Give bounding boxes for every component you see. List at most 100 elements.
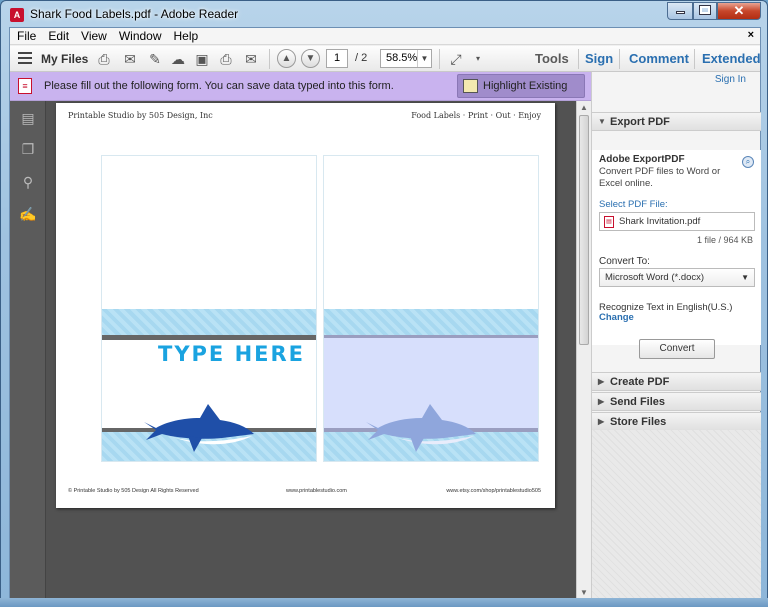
menu-window[interactable]: Window bbox=[119, 29, 162, 43]
pages-icon[interactable]: ❐ bbox=[19, 140, 37, 158]
pdf-file-icon: ▤ bbox=[604, 216, 614, 228]
customize-toolbar-icon[interactable]: ▾ bbox=[469, 50, 487, 68]
footer-left-text: © Printable Studio by 505 Design All Rig… bbox=[68, 488, 199, 494]
export-pdf-heading: Export PDF bbox=[610, 116, 670, 128]
maximize-button[interactable] bbox=[693, 2, 717, 20]
export-pdf-icon[interactable]: ✉ bbox=[121, 50, 139, 68]
edit-document-icon[interactable]: ✎ bbox=[146, 50, 164, 68]
page-total: / 2 bbox=[355, 52, 368, 64]
header-left-text: Printable Studio by 505 Design, Inc bbox=[68, 111, 213, 120]
menu-bar: File Edit View Window Help × bbox=[10, 28, 760, 45]
page-thumbnails-icon[interactable]: ▤ bbox=[19, 109, 37, 127]
minimize-button[interactable] bbox=[667, 2, 693, 20]
file-size: 1 file / 964 KB bbox=[696, 235, 753, 245]
menu-file[interactable]: File bbox=[17, 29, 36, 43]
window-title: Shark Food Labels.pdf - Adobe Reader bbox=[30, 7, 239, 21]
info-icon[interactable]: ⌕ bbox=[742, 156, 754, 168]
close-document-button[interactable]: × bbox=[748, 29, 754, 41]
chevron-down-icon: ▼ bbox=[741, 273, 749, 282]
shark-icon bbox=[144, 404, 254, 452]
fit-page-icon[interactable]: ⤢ bbox=[447, 50, 465, 68]
comment-pane-button[interactable]: Comment bbox=[629, 51, 689, 66]
chevron-band bbox=[102, 309, 316, 338]
export-pdf-header[interactable]: ▼ Export PDF bbox=[592, 112, 761, 131]
navigation-pane: ▤ ❐ ⚲ ✍ bbox=[10, 101, 46, 599]
shark-icon bbox=[366, 404, 476, 452]
create-pdf-header[interactable]: ▶ Create PDF bbox=[592, 372, 761, 391]
sign-in-link[interactable]: Sign In bbox=[715, 74, 746, 85]
email-icon[interactable]: ✉ bbox=[242, 50, 260, 68]
form-message: Please fill out the following form. You … bbox=[44, 80, 394, 92]
signatures-icon[interactable]: ✍ bbox=[19, 205, 37, 223]
store-files-header[interactable]: ▶ Store Files bbox=[592, 412, 761, 431]
chevron-right-icon: ▶ bbox=[598, 417, 605, 426]
menu-edit[interactable]: Edit bbox=[48, 29, 69, 43]
footer-center-text: www.printablestudio.com bbox=[286, 488, 347, 494]
header-right-text: Food Labels · Print · Out · Enjoy bbox=[411, 111, 541, 120]
chevron-right-icon: ▶ bbox=[598, 377, 605, 386]
form-message-bar: ≡ Please fill out the following form. Yo… bbox=[10, 72, 591, 114]
window-controls: ✕ bbox=[667, 2, 761, 20]
label-blank-area bbox=[102, 156, 316, 309]
toolbar-separator bbox=[269, 49, 270, 69]
form-icon: ≡ bbox=[18, 78, 32, 94]
document-area[interactable]: Printable Studio by 505 Design, Inc Food… bbox=[46, 101, 576, 599]
pdf-page: Printable Studio by 505 Design, Inc Food… bbox=[56, 103, 555, 508]
change-language-link[interactable]: Change bbox=[599, 312, 634, 323]
my-files-button[interactable]: My Files bbox=[41, 52, 88, 66]
convert-to-label: Convert To: bbox=[599, 256, 650, 267]
store-files-heading: Store Files bbox=[610, 416, 667, 428]
scroll-down-icon[interactable]: ▼ bbox=[579, 588, 589, 597]
selected-file-field[interactable]: ▤ Shark Invitation.pdf bbox=[599, 212, 755, 231]
extended-pane-button[interactable]: Extended bbox=[702, 51, 761, 66]
chevron-right-icon: ▶ bbox=[598, 397, 605, 406]
label-blank-area bbox=[324, 156, 538, 309]
create-pdf-heading: Create PDF bbox=[610, 376, 670, 388]
page-number-input[interactable]: 1 bbox=[326, 49, 348, 68]
select-pdf-label: Select PDF File: bbox=[599, 199, 668, 210]
tools-pane-button[interactable]: Tools bbox=[535, 51, 569, 66]
chevron-down-icon: ▼ bbox=[598, 117, 606, 126]
toolbar-separator bbox=[619, 49, 620, 69]
footer-right-text: www.etsy.com/shop/printablestudio505 bbox=[446, 488, 541, 494]
next-page-button[interactable]: ▼ bbox=[301, 49, 320, 68]
attachments-icon[interactable]: ⚲ bbox=[19, 173, 37, 191]
convert-button[interactable]: Convert bbox=[639, 339, 715, 359]
maximize-icon bbox=[699, 5, 711, 15]
close-window-button[interactable]: ✕ bbox=[717, 2, 761, 20]
type-here-field[interactable]: TYPE HERE bbox=[158, 342, 305, 366]
menu-help[interactable]: Help bbox=[174, 29, 199, 43]
convert-to-select[interactable]: Microsoft Word (*.docx) ▼ bbox=[599, 268, 755, 287]
reader-window: A Shark Food Labels.pdf - Adobe Reader ✕… bbox=[0, 0, 768, 607]
previous-page-button[interactable]: ▲ bbox=[277, 49, 296, 68]
title-bar[interactable]: A Shark Food Labels.pdf - Adobe Reader ✕ bbox=[1, 1, 767, 27]
chevron-down-icon[interactable]: ▼ bbox=[417, 50, 431, 67]
export-pdf-panel: Adobe ExportPDF ⌕ Convert PDF files to W… bbox=[592, 150, 761, 359]
menu-icon[interactable] bbox=[18, 52, 32, 64]
selected-file-name: Shark Invitation.pdf bbox=[619, 216, 701, 227]
toolbar-separator bbox=[694, 49, 695, 69]
sign-pane-button[interactable]: Sign bbox=[585, 51, 613, 66]
chevron-band bbox=[324, 309, 538, 338]
divider-strip bbox=[102, 335, 316, 340]
scroll-thumb[interactable] bbox=[579, 115, 589, 345]
save-icon[interactable]: ▣ bbox=[193, 50, 211, 68]
export-pdf-title: Adobe ExportPDF bbox=[599, 154, 685, 165]
food-label-left: TYPE HERE bbox=[101, 155, 317, 462]
convert-to-value: Microsoft Word (*.docx) bbox=[605, 272, 705, 283]
highlight-fields-button[interactable]: Highlight Existing Fields bbox=[457, 74, 585, 114]
create-pdf-icon[interactable]: ⎙ bbox=[95, 50, 113, 68]
toolbar-separator bbox=[439, 49, 440, 69]
task-pane-empty-area bbox=[592, 430, 761, 599]
menu-view[interactable]: View bbox=[81, 29, 107, 43]
print-icon[interactable]: ⎙ bbox=[217, 50, 235, 68]
task-pane: Sign In ▼ Export PDF Adobe ExportPDF ⌕ C… bbox=[591, 72, 761, 599]
food-label-right bbox=[323, 155, 539, 462]
send-files-header[interactable]: ▶ Send Files bbox=[592, 392, 761, 411]
scroll-up-icon[interactable]: ▲ bbox=[579, 103, 589, 112]
upload-cloud-icon[interactable]: ☁ bbox=[169, 50, 187, 68]
client-area: File Edit View Window Help × My Files ⎙ … bbox=[9, 27, 761, 599]
export-pdf-description: Convert PDF files to Word or Excel onlin… bbox=[599, 166, 721, 189]
vertical-scrollbar[interactable]: ▲ ▼ bbox=[576, 101, 591, 599]
toolbar: My Files ⎙ ✉ ✎ ☁ ▣ ⎙ ✉ ▲ ▼ 1 / 2 58.5% ▼… bbox=[10, 46, 761, 72]
